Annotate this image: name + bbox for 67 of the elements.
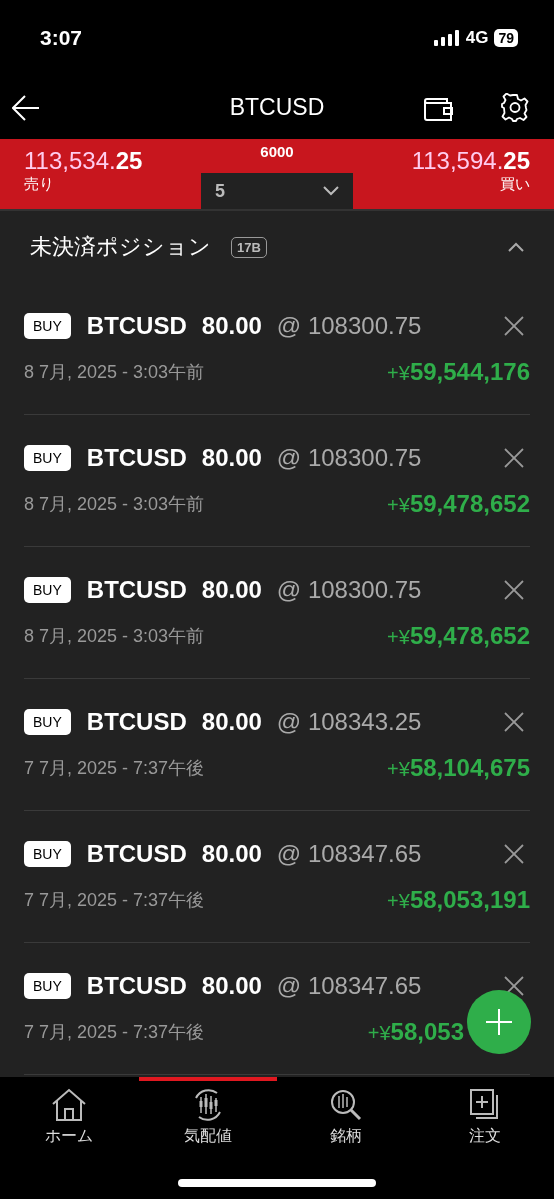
nav-tab[interactable]: 銘柄 (277, 1077, 416, 1153)
nav-tab[interactable]: ホーム (0, 1077, 139, 1153)
sell-label: 売り (24, 175, 55, 194)
open-price: @ 108347.65 (276, 971, 422, 1000)
open-price: @ 108300.75 (276, 443, 422, 472)
section-title: 未決済ポジション (30, 233, 211, 261)
symbol: BTCUSD (86, 575, 187, 604)
sell-price[interactable]: 113,534.25 (24, 147, 201, 175)
open-date: 8 7月, 2025 - 3:03午前 (24, 624, 205, 648)
chevron-down-icon (323, 186, 339, 196)
open-date: 8 7月, 2025 - 3:03午前 (24, 360, 205, 384)
buy-price[interactable]: 113,594.25 (411, 147, 530, 175)
plus-icon (486, 1009, 512, 1035)
profit: +¥58,053,191 (387, 885, 530, 914)
profit: +¥59,544,176 (387, 357, 530, 386)
open-price: @ 108347.65 (276, 839, 422, 868)
profit: +¥58,053 (367, 1017, 464, 1046)
profit: +¥58,104,675 (387, 753, 530, 782)
spread-value: 6000 (260, 143, 294, 160)
open-price: @ 108300.75 (276, 311, 422, 340)
volume: 80.00 (201, 839, 262, 868)
close-icon[interactable] (504, 711, 524, 732)
network-label: 4G (465, 28, 489, 48)
side-tag: BUY (24, 840, 71, 867)
symbol: BTCUSD (86, 707, 187, 736)
side-tag: BUY (24, 972, 71, 999)
open-date: 8 7月, 2025 - 3:03午前 (24, 492, 205, 516)
close-icon[interactable] (504, 447, 524, 468)
close-icon[interactable] (504, 579, 524, 600)
close-icon[interactable] (504, 843, 524, 864)
volume: 80.00 (201, 971, 262, 1000)
open-date: 7 7月, 2025 - 7:37午後 (24, 1020, 205, 1044)
volume: 80.00 (201, 443, 262, 472)
volume: 80.00 (201, 707, 262, 736)
back-arrow-icon[interactable] (12, 94, 40, 121)
open-date: 7 7月, 2025 - 7:37午後 (24, 756, 205, 780)
symbol: BTCUSD (86, 443, 187, 472)
side-tag: BUY (24, 444, 71, 471)
side-tag: BUY (24, 312, 71, 339)
lot-dropdown[interactable]: 5 (201, 173, 353, 209)
search-chart-icon (329, 1087, 364, 1122)
close-icon[interactable] (504, 315, 524, 336)
signal-icon (433, 30, 460, 46)
nav-tab[interactable]: 注文 (415, 1077, 554, 1153)
symbol: BTCUSD (86, 311, 187, 340)
profit: +¥59,478,652 (387, 489, 530, 518)
symbol: BTCUSD (86, 971, 187, 1000)
chevron-icon[interactable] (508, 242, 524, 252)
page-title: BTCUSD (228, 94, 326, 121)
settings-icon[interactable] (500, 92, 530, 123)
clock-time: 3:07 (40, 26, 83, 50)
symbol: BTCUSD (86, 839, 187, 868)
close-icon[interactable] (504, 975, 524, 996)
open-date: 7 7月, 2025 - 7:37午後 (24, 888, 205, 912)
count-badge: 17B (231, 236, 267, 258)
volume: 80.00 (201, 575, 262, 604)
side-tag: BUY (24, 576, 71, 603)
open-price: @ 108300.75 (276, 575, 422, 604)
open-price: @ 108343.25 (276, 707, 422, 736)
volume: 80.00 (201, 311, 262, 340)
side-tag: BUY (24, 708, 71, 735)
buy-label: 買い (500, 175, 530, 194)
battery-level: 79 (494, 29, 518, 47)
nav-tab[interactable]: 気配値 (138, 1077, 277, 1153)
new-order-icon (468, 1087, 501, 1122)
profit: +¥59,478,652 (387, 621, 530, 650)
home-icon (51, 1087, 88, 1122)
